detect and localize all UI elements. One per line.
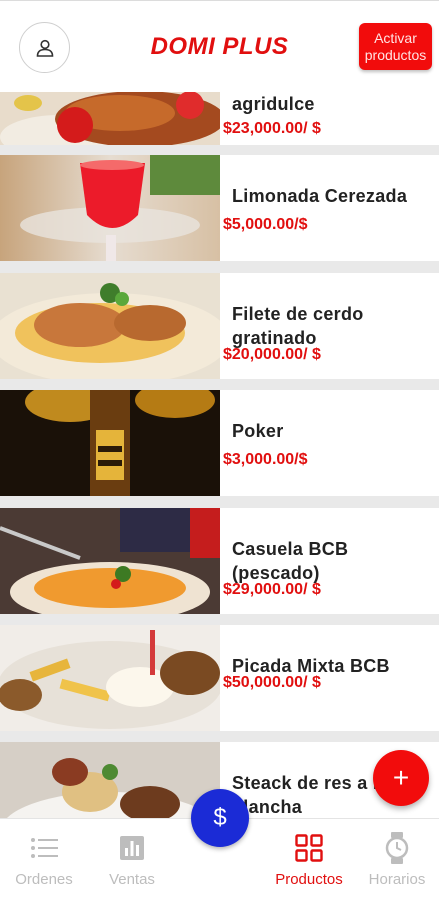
app-title: DOMI PLUS [150, 32, 289, 60]
product-info: Poker $3,000.00/$ [220, 390, 439, 496]
activate-products-button[interactable]: Activar productos [359, 23, 432, 70]
product-card[interactable]: agridulce $23,000.00/ $ [0, 92, 439, 145]
product-name: Poker [232, 421, 284, 441]
watch-icon [385, 832, 409, 864]
user-icon [36, 39, 53, 57]
product-price: $29,000.00/ $ [223, 581, 321, 598]
nav-ordenes-label: Ordenes [15, 871, 73, 888]
product-image [0, 625, 220, 731]
add-product-button[interactable]: + [373, 750, 429, 806]
product-name: Limonada Cerezada [232, 186, 408, 206]
product-price: $20,000.00/ $ [223, 346, 321, 363]
product-price: $3,000.00/$ [223, 451, 308, 468]
dollar-icon: $ [213, 804, 227, 831]
product-image [0, 155, 220, 261]
nav-ventas-label: Ventas [109, 871, 155, 888]
product-image [0, 273, 220, 379]
list-icon [31, 838, 58, 858]
nav-ventas[interactable]: Ventas [100, 819, 164, 900]
product-card[interactable]: Picada Mixta BCB $50,000.00/ $ [0, 625, 439, 731]
payment-button[interactable]: $ [191, 789, 249, 847]
nav-productos-label: Productos [275, 871, 343, 888]
product-list[interactable]: agridulce $23,000.00/ $ Limonada Cerezad… [0, 92, 439, 818]
product-price: $50,000.00/ $ [223, 674, 321, 691]
app: DOMI PLUS Activar productos agridulce $2… [0, 0, 439, 900]
product-info: Limonada Cerezada $5,000.00/$ [220, 155, 439, 261]
product-card[interactable]: Poker $3,000.00/$ [0, 390, 439, 496]
product-image [0, 92, 220, 145]
nav-horarios[interactable]: Horarios [362, 819, 432, 900]
product-card[interactable]: Limonada Cerezada $5,000.00/$ [0, 155, 439, 261]
product-card[interactable]: Casuela BCB (pescado) $29,000.00/ $ [0, 508, 439, 614]
nav-productos[interactable]: Productos [268, 819, 350, 900]
product-info: Casuela BCB (pescado) $29,000.00/ $ [220, 508, 439, 614]
plus-icon: + [392, 762, 410, 793]
bar-chart-icon [120, 836, 144, 860]
product-card[interactable]: Filete de cerdo gratinado $20,000.00/ $ [0, 273, 439, 379]
product-info: Picada Mixta BCB $50,000.00/ $ [220, 625, 439, 731]
nav-ordenes[interactable]: Ordenes [8, 819, 80, 900]
product-info: Filete de cerdo gratinado $20,000.00/ $ [220, 273, 439, 379]
product-price: $5,000.00/$ [223, 216, 308, 233]
product-image [0, 742, 220, 818]
product-price: $23,000.00/ $ [223, 120, 321, 137]
grid-icon [295, 834, 323, 862]
header: DOMI PLUS Activar productos [0, 0, 439, 92]
product-info: agridulce $23,000.00/ $ [220, 92, 439, 145]
product-image [0, 508, 220, 614]
profile-button[interactable] [19, 22, 70, 73]
product-name: agridulce [232, 94, 315, 114]
product-image [0, 390, 220, 496]
nav-horarios-label: Horarios [368, 871, 426, 888]
